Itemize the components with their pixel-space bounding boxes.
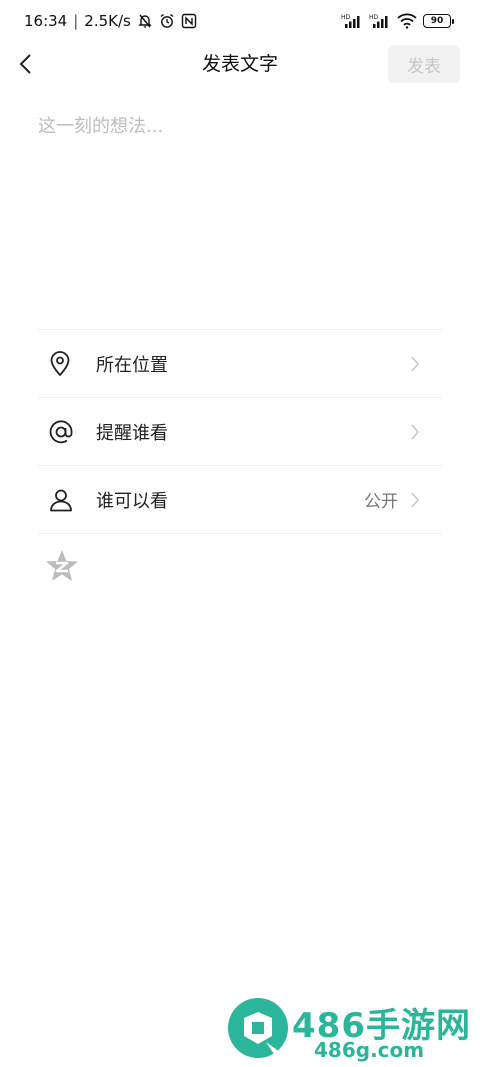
person-icon bbox=[38, 487, 88, 513]
alarm-icon bbox=[159, 13, 175, 29]
signal-hd-icon-2: HD bbox=[369, 13, 391, 29]
chevron-right-icon-3 bbox=[408, 491, 422, 509]
svg-text:HD: HD bbox=[341, 14, 351, 21]
back-button[interactable] bbox=[10, 48, 42, 80]
status-right: HD HD 90 bbox=[341, 13, 454, 29]
status-left: 16:34 | 2.5K/s bbox=[24, 12, 197, 30]
publish-button[interactable]: 发表 bbox=[388, 45, 460, 83]
chevron-right-icon-2 bbox=[408, 423, 422, 441]
signal-hd-icon: HD bbox=[341, 13, 363, 29]
post-text-input[interactable] bbox=[38, 112, 442, 302]
chevron-right-icon bbox=[408, 355, 422, 373]
bell-muted-icon bbox=[137, 13, 153, 29]
option-visibility-value: 公开 bbox=[364, 492, 398, 512]
watermark-logo-icon bbox=[228, 998, 288, 1058]
network-speed: 2.5K/s bbox=[84, 12, 131, 30]
option-visibility-label: 谁可以看 bbox=[96, 490, 168, 512]
option-visibility[interactable]: 谁可以看 公开 bbox=[38, 466, 442, 534]
option-mention-label: 提醒谁看 bbox=[96, 422, 168, 444]
chevron-left-icon bbox=[19, 54, 31, 74]
wifi-icon bbox=[397, 13, 417, 29]
battery-icon: 90 bbox=[423, 14, 454, 28]
at-sign-icon bbox=[38, 419, 88, 445]
watermark-url: 486g.com bbox=[314, 1038, 425, 1062]
option-location[interactable]: 所在位置 bbox=[38, 330, 442, 398]
screen: 16:34 | 2.5K/s HD HD 90 发表文字 发表 这一刻的想法..… bbox=[0, 0, 480, 1067]
watermark: 486手游网 486g.com bbox=[226, 994, 480, 1067]
svg-text:HD: HD bbox=[369, 14, 379, 21]
options-list: 所在位置 提醒谁看 谁可以看 公开 bbox=[38, 329, 442, 534]
header: 发表文字 发表 bbox=[0, 42, 480, 86]
location-pin-icon bbox=[38, 350, 88, 377]
option-location-label: 所在位置 bbox=[96, 354, 168, 376]
battery-cap bbox=[452, 18, 454, 24]
battery-level: 90 bbox=[423, 14, 451, 28]
option-mention[interactable]: 提醒谁看 bbox=[38, 398, 442, 466]
status-time: 16:34 bbox=[24, 12, 68, 30]
qzone-star-icon[interactable] bbox=[44, 548, 80, 584]
status-separator: | bbox=[73, 12, 79, 30]
nfc-icon bbox=[181, 13, 197, 29]
status-bar: 16:34 | 2.5K/s HD HD 90 bbox=[0, 0, 480, 42]
watermark-title: 486手游网 bbox=[292, 1006, 471, 1046]
